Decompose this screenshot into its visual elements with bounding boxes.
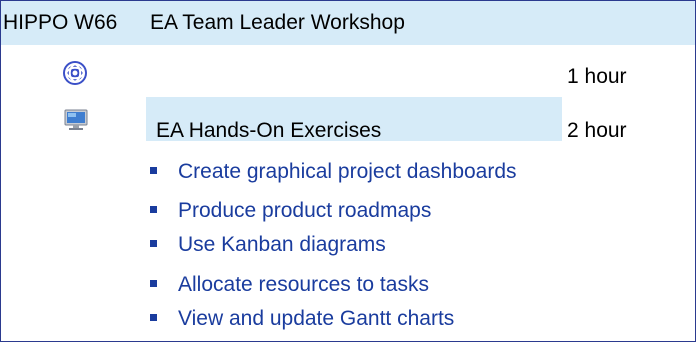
list-item: View and update Gantt charts [150, 304, 454, 334]
workshop-swirl-icon [63, 61, 87, 85]
list-item: Use Kanban diagrams [150, 230, 386, 260]
course-title: EA Team Leader Workshop [146, 1, 695, 45]
list-item-text: View and update Gantt charts [178, 307, 455, 330]
course-code: HIPPO W66 [1, 1, 148, 45]
bullet-icon [150, 313, 157, 321]
list-item: Create graphical project dashboards [150, 157, 517, 187]
list-item: Allocate resources to tasks [150, 270, 429, 300]
computer-monitor-icon [64, 109, 88, 130]
session-1-duration: 1 hour [567, 65, 627, 88]
list-item-text: Use Kanban diagrams [178, 233, 386, 256]
bullet-icon [150, 166, 157, 174]
bullet-icon [150, 205, 157, 213]
list-item: Produce product roadmaps [150, 196, 431, 226]
session-2-label: EA Hands-On Exercises [156, 119, 382, 142]
list-item-text: Create graphical project dashboards [178, 160, 517, 183]
list-item-text: Allocate resources to tasks [178, 273, 429, 296]
list-item-text: Produce product roadmaps [178, 199, 432, 222]
session-2-duration: 2 hour [567, 119, 627, 142]
bullet-icon [150, 279, 157, 287]
bullet-icon [150, 239, 157, 247]
